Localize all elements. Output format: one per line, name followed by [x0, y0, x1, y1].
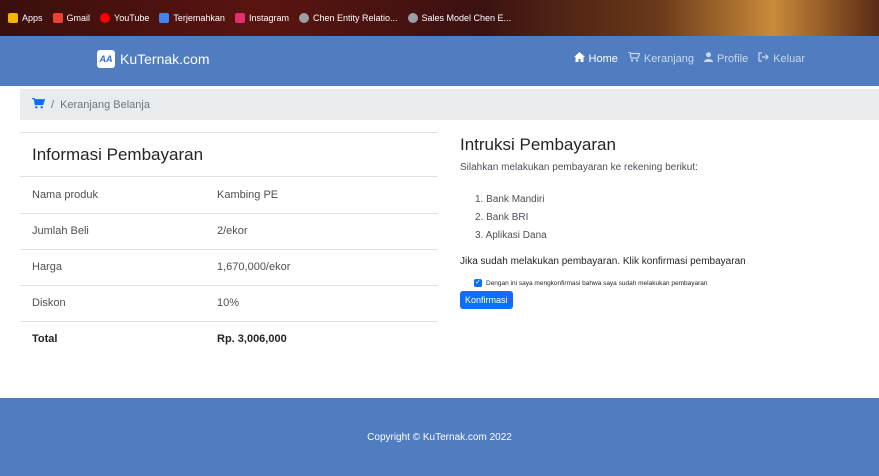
- breadcrumb-separator: /: [51, 98, 55, 111]
- row-value: 2/ekor: [217, 213, 438, 250]
- site-icon: [298, 13, 309, 23]
- nav-home-label: Home: [588, 52, 618, 65]
- bookmark-instagram[interactable]: Instagram: [234, 13, 289, 23]
- bookmarks-bar: Apps Gmail YouTube Terjemahkan Instagram…: [0, 0, 879, 36]
- total-label: Total: [32, 333, 58, 346]
- table-row-total: Total Rp. 3,006,000: [20, 321, 438, 357]
- bookmark-translate[interactable]: Terjemahkan: [159, 13, 225, 23]
- row-label: Jumlah Beli: [20, 213, 217, 250]
- table-row: Harga 1,670,000/ekor: [20, 249, 438, 286]
- nav-profile-label: Profile: [717, 52, 749, 65]
- bookmark-label: Apps: [22, 13, 43, 23]
- row-value: Kambing PE: [217, 177, 438, 214]
- confirm-checkbox-row: ✓ Dengan ini saya mengkonfirmasi bahwa s…: [460, 279, 860, 287]
- translate-icon: [159, 13, 170, 23]
- bookmark-chen-entity[interactable]: Chen Entity Relatio...: [298, 13, 398, 23]
- youtube-icon: [100, 13, 111, 23]
- payment-info-title: Informasi Pembayaran: [20, 132, 438, 177]
- brand-name: KuTernak.com: [120, 51, 210, 67]
- nav-home[interactable]: Home: [573, 52, 618, 65]
- nav-keluar-label: Keluar: [773, 52, 805, 65]
- nav-links: Home Keranjang Profile Keluar: [573, 51, 805, 65]
- total-value: Rp. 3,006,000: [217, 333, 287, 346]
- site-icon: [407, 13, 418, 23]
- bookmark-gmail[interactable]: Gmail: [52, 13, 91, 23]
- bookmark-label: Sales Model Chen E...: [421, 13, 512, 23]
- nav-keranjang[interactable]: Keranjang: [627, 51, 695, 65]
- apps-grid-icon: [8, 13, 18, 23]
- confirm-checkbox-label: Dengan ini saya mengkonfirmasi bahwa say…: [486, 279, 708, 287]
- bookmark-label: Terjemahkan: [173, 13, 225, 23]
- confirm-checkbox[interactable]: ✓: [474, 279, 482, 287]
- nav-keluar[interactable]: Keluar: [758, 52, 805, 65]
- bookmark-apps[interactable]: Apps: [8, 13, 43, 23]
- payment-info-card: Informasi Pembayaran Nama produk Kambing…: [20, 132, 438, 357]
- payment-instructions: Intruksi Pembayaran Silahkan melakukan p…: [460, 135, 860, 309]
- breadcrumb: / Keranjang Belanja: [20, 89, 879, 120]
- list-item: 2. Bank BRI: [475, 212, 529, 223]
- gmail-icon: [52, 13, 63, 23]
- user-icon: [704, 52, 714, 65]
- list-item: 3. Aplikasi Dana: [475, 230, 547, 241]
- row-value: 10%: [217, 285, 438, 322]
- home-icon: [573, 52, 585, 65]
- bookmark-label: YouTube: [114, 13, 150, 23]
- row-label: Nama produk: [20, 177, 217, 214]
- cart-icon[interactable]: [30, 97, 46, 112]
- row-label: Harga: [20, 249, 217, 286]
- breadcrumb-current: Keranjang Belanja: [60, 98, 150, 111]
- list-item: 1. Bank Mandiri: [475, 194, 545, 205]
- bookmark-label: Gmail: [66, 13, 91, 23]
- instructions-subtitle: Silahkan melakukan pembayaran ke rekenin…: [460, 162, 698, 173]
- footer-copyright: Copyright © KuTernak.com 2022: [367, 431, 512, 443]
- instructions-title: Intruksi Pembayaran: [460, 135, 616, 154]
- brand-link[interactable]: AA KuTernak.com: [97, 50, 209, 68]
- brand-logo: AA: [97, 50, 115, 68]
- payment-info-table: Nama produk Kambing PE Jumlah Beli 2/eko…: [20, 177, 438, 357]
- table-row: Diskon 10%: [20, 285, 438, 322]
- bookmark-label: Chen Entity Relatio...: [312, 13, 398, 23]
- bank-list: 1. Bank Mandiri 2. Bank BRI 3. Aplikasi …: [460, 191, 860, 245]
- nav-keranjang-label: Keranjang: [643, 52, 695, 65]
- instructions-note: Jika sudah melakukan pembayaran. Klik ko…: [460, 256, 746, 267]
- bookmark-sales-model[interactable]: Sales Model Chen E...: [407, 13, 512, 23]
- bookmark-youtube[interactable]: YouTube: [100, 13, 149, 23]
- row-label: Diskon: [20, 285, 217, 322]
- logout-icon: [758, 52, 770, 65]
- nav-profile[interactable]: Profile: [704, 52, 748, 65]
- row-value: 1,670,000/ekor: [217, 249, 438, 286]
- table-row: Nama produk Kambing PE: [20, 177, 438, 214]
- bookmark-label: Instagram: [248, 13, 289, 23]
- instagram-icon: [234, 13, 245, 23]
- navbar: AA KuTernak.com Home Keranjang Profile K…: [0, 36, 879, 86]
- konfirmasi-button[interactable]: Konfirmasi: [460, 291, 513, 309]
- footer: Copyright © KuTernak.com 2022: [0, 398, 879, 476]
- table-row: Jumlah Beli 2/ekor: [20, 213, 438, 250]
- cart-icon: [627, 51, 641, 65]
